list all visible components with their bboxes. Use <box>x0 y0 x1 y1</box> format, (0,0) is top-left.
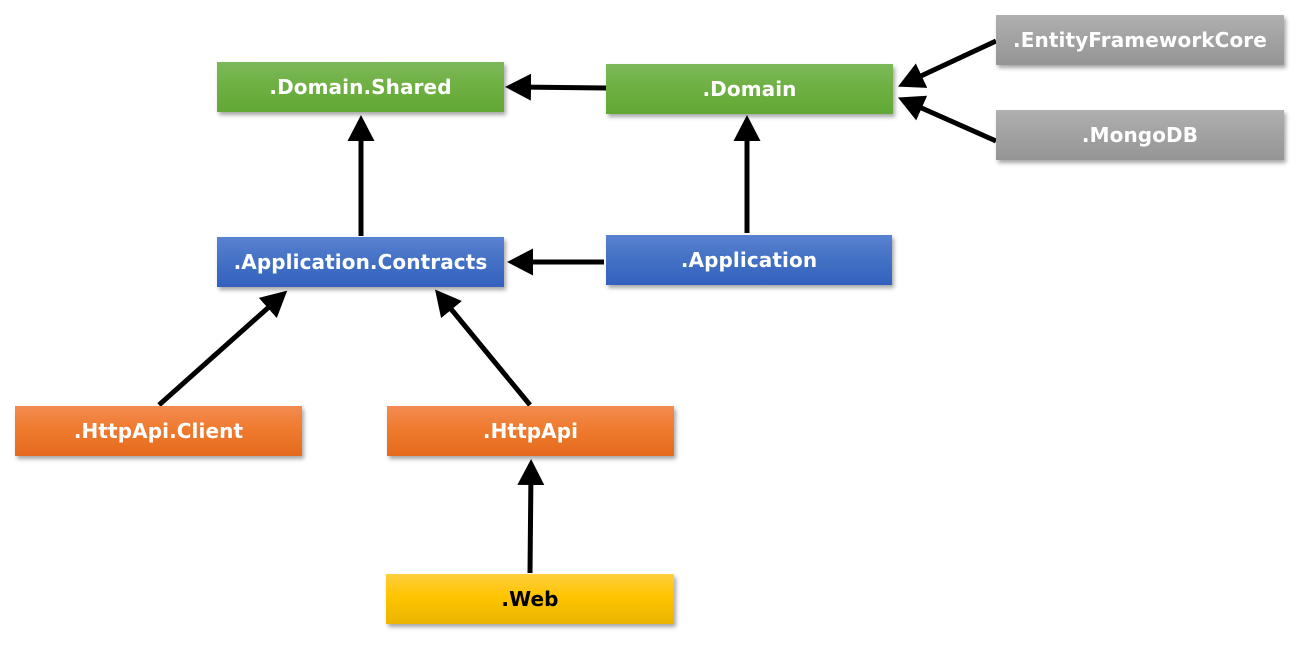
arrow-web-to-httpapi <box>517 459 545 574</box>
node-domain: .Domain <box>606 64 893 114</box>
node-mongodb: .MongoDB <box>996 110 1284 160</box>
arrow-httpapi-client-to-app-contracts <box>157 290 288 407</box>
node-label: .Web <box>501 587 559 611</box>
node-entity-framework-core: .EntityFrameworkCore <box>996 15 1284 65</box>
node-label: .EntityFrameworkCore <box>1013 28 1267 52</box>
node-label: .HttpApi.Client <box>73 419 244 443</box>
node-label: .Domain <box>702 77 797 101</box>
node-label: .HttpApi <box>482 419 579 443</box>
node-httpapi-client: .HttpApi.Client <box>15 406 302 456</box>
node-label: .Application.Contracts <box>233 250 488 274</box>
node-application-contracts: .Application.Contracts <box>217 237 504 287</box>
arrow-domain-to-domain-shared <box>505 73 607 101</box>
node-label: .MongoDB <box>1081 123 1199 147</box>
node-httpapi: .HttpApi <box>387 406 674 456</box>
node-domain-shared: .Domain.Shared <box>217 62 504 112</box>
node-web: .Web <box>386 574 674 624</box>
arrow-mongodb-to-domain <box>897 95 998 144</box>
arrow-httpapi-to-app-contracts <box>435 289 532 407</box>
node-label: .Domain.Shared <box>269 75 452 99</box>
node-application: .Application <box>606 235 892 285</box>
node-label: .Application <box>680 248 818 272</box>
arrow-efcore-to-domain <box>898 38 998 88</box>
